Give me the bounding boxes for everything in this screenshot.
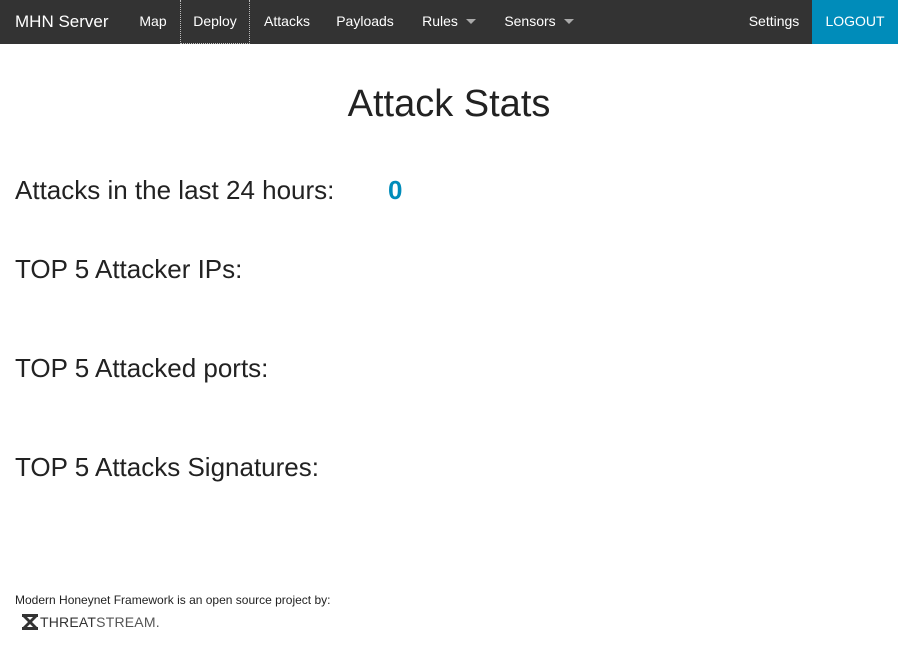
threatstream-x-icon	[22, 614, 38, 630]
footer-text: Modern Honeynet Framework is an open sou…	[15, 593, 331, 607]
top-attack-signatures-heading: TOP 5 Attacks Signatures:	[15, 452, 319, 482]
nav-payloads[interactable]: Payloads	[325, 0, 405, 44]
nav-deploy-label: Deploy	[193, 13, 237, 29]
threatstream-logo[interactable]: THREATSTREAM.	[21, 612, 160, 632]
brand-link[interactable]: MHN Server	[15, 0, 109, 44]
caret-down-icon	[465, 18, 476, 24]
nav-map-label: Map	[139, 13, 167, 29]
logo-text-bold: THREAT	[40, 614, 97, 630]
nav-settings[interactable]: Settings	[740, 0, 808, 44]
page-title: Attack Stats	[347, 83, 551, 125]
nav-sensors-dropdown[interactable]: Sensors	[493, 0, 585, 44]
logout-label: LOGOUT	[825, 13, 885, 29]
caret-down-icon	[563, 18, 574, 24]
top-attacker-ips-heading: TOP 5 Attacker IPs:	[15, 254, 243, 284]
attacks-24h-label: Attacks in the last 24 hours:	[15, 175, 335, 205]
attacks-24h-count: 0	[388, 175, 403, 205]
nav-attacks[interactable]: Attacks	[253, 0, 321, 44]
top-attacked-ports-heading: TOP 5 Attacked ports:	[15, 353, 269, 383]
top-navbar: MHN Server Map Deploy Attacks Payloads R…	[0, 0, 898, 44]
nav-rules-label: Rules	[422, 13, 458, 29]
nav-attacks-label: Attacks	[264, 13, 310, 29]
nav-deploy[interactable]: Deploy	[180, 0, 250, 44]
nav-sensors-label: Sensors	[504, 13, 556, 29]
nav-payloads-label: Payloads	[336, 13, 394, 29]
nav-settings-label: Settings	[748, 13, 800, 29]
logout-button[interactable]: LOGOUT	[812, 0, 898, 44]
nav-map[interactable]: Map	[129, 0, 177, 44]
nav-rules-dropdown[interactable]: Rules	[409, 0, 489, 44]
logo-text-light: STREAM.	[96, 614, 160, 630]
